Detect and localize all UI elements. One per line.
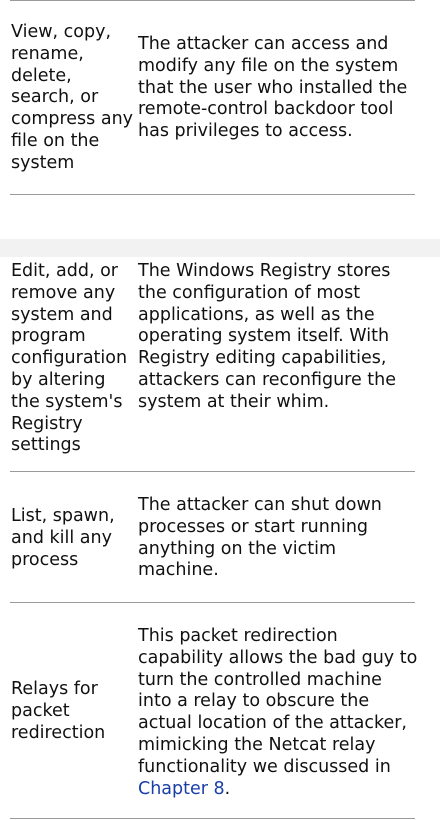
description-cell: The Windows Registry stores the configur… [138, 261, 397, 412]
capability-cell: List, spawn, and kill any process [11, 506, 115, 570]
table-rule [10, 0, 415, 1]
table-rule [10, 194, 415, 195]
capability-cell: View, copy, rename, delete, search, or c… [11, 22, 134, 173]
description-cell: The attacker can shut down processes or … [138, 495, 382, 581]
description-cell: The attacker can access and modify any f… [138, 34, 408, 142]
section-separator [0, 239, 440, 257]
table-rule [10, 602, 415, 603]
description-text: This packet redirection capability allow… [138, 626, 418, 777]
document-page: View, copy, rename, delete, search, or c… [0, 0, 440, 820]
description-trailing: . [224, 778, 231, 799]
chapter-link[interactable]: Chapter 8 [138, 779, 225, 799]
capability-cell: Edit, add, or remove any system and prog… [11, 261, 128, 456]
table-rule [10, 471, 415, 472]
capability-cell: Relays for packet redirection [11, 679, 106, 743]
description-cell: This packet redirection capability allow… [138, 626, 420, 800]
table-rule [10, 818, 415, 819]
